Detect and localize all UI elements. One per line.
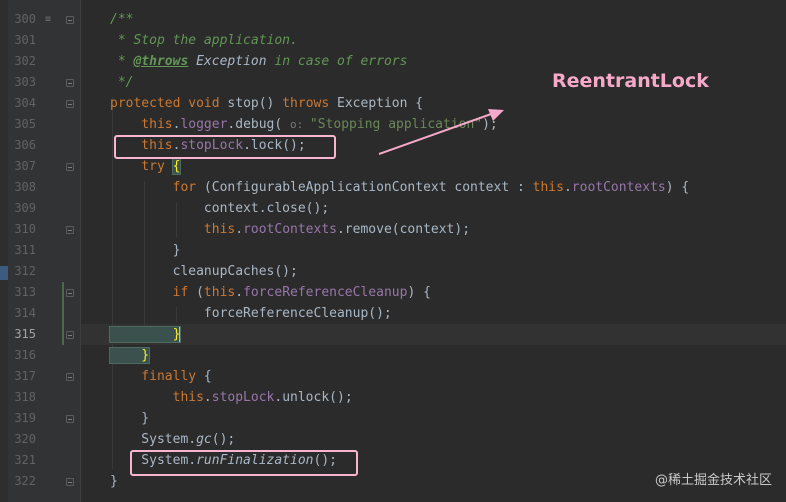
watermark: @稀土掘金技术社区 — [654, 473, 772, 488]
code-editor[interactable]: 300 301 302 303 304 305 306 307 308 309 310 311 312 3… — [0, 0, 786, 502]
annotation-label: ReentrantLock — [552, 70, 709, 92]
arrow-shaft — [378, 112, 495, 155]
